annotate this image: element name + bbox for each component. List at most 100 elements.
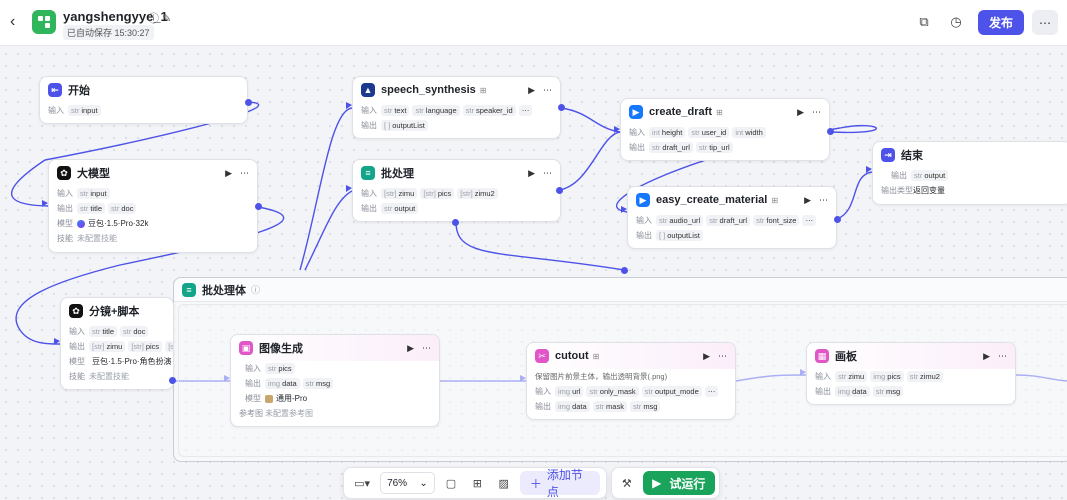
comment-icon[interactable]: ▢ bbox=[441, 472, 461, 494]
row-label: 技能 bbox=[69, 372, 85, 381]
param-tag: str mask bbox=[592, 401, 627, 412]
row-label: 输出类型 bbox=[881, 186, 913, 195]
more-params[interactable]: ⋯ bbox=[518, 105, 533, 116]
more-params[interactable]: ⋯ bbox=[802, 215, 816, 226]
param-tag: str draft_url bbox=[706, 215, 751, 226]
edit-icon[interactable]: ✎ bbox=[162, 13, 171, 25]
play-icon[interactable]: ▶ bbox=[983, 351, 990, 362]
more-icon[interactable]: ⋯ bbox=[1032, 10, 1058, 35]
batch-body-header: ≡ 批处理体 ⓘ bbox=[174, 278, 1067, 302]
minimap-icon[interactable]: ▭▾ bbox=[350, 472, 374, 494]
node-end[interactable]: ⇥ 结束 输出 str output 输出类型 返回变量 bbox=[872, 141, 1067, 205]
play-icon[interactable]: ▶ bbox=[797, 107, 804, 118]
info-icon[interactable]: ⓘ bbox=[148, 13, 159, 25]
node-create-draft[interactable]: ▶ create_draft ⊞ ▶ ⋯ 输入 int height str user… bbox=[620, 98, 830, 161]
edge bbox=[299, 107, 353, 271]
draft-icon: ▶ bbox=[629, 105, 643, 119]
node-llm[interactable]: ✿ 大模型 ▶ ⋯ 输入 str input 输出 str title str doc … bbox=[48, 159, 258, 253]
node-storyboard-script[interactable]: ✿ 分镜+脚本 输入 str title str doc 输出 [str] zimu … bbox=[60, 297, 174, 390]
output-port[interactable] bbox=[245, 99, 252, 106]
row-label: 输入 bbox=[361, 189, 377, 198]
node-actions: ▶ ⋯ bbox=[528, 85, 552, 96]
node-easy-create-material[interactable]: ▶ easy_create_material ⊞ ▶ ⋯ 输入 str audio_… bbox=[627, 186, 837, 249]
node-batch[interactable]: ≡ 批处理 ▶ ⋯ 输入 [str] zimu [str] pics [str] zim… bbox=[352, 159, 561, 222]
output-row: 输出 [str]zimu [str]pics [str]zim bbox=[61, 339, 173, 354]
node-start[interactable]: ⇤ 开始 输入 str input bbox=[39, 76, 248, 124]
model-row: 模型 通用-Pro bbox=[231, 391, 439, 406]
input-row: 输入 str input bbox=[49, 186, 257, 201]
image-icon[interactable]: ▨ bbox=[493, 472, 513, 494]
node-header: ▶ easy_create_material ⊞ ▶ ⋯ bbox=[628, 187, 836, 213]
auto-layout-icon[interactable]: ⊞ bbox=[467, 472, 487, 494]
info-icon[interactable]: ⓘ bbox=[251, 283, 260, 296]
copy-icon[interactable]: ⧉ bbox=[916, 14, 932, 30]
node-actions: ▶ ⋯ bbox=[797, 107, 821, 118]
more-params[interactable]: ⋯ bbox=[704, 386, 719, 397]
chevron-down-icon: ⌄ bbox=[419, 477, 428, 489]
input-row: 输入 int height str user_id int width bbox=[621, 125, 829, 140]
node-image-generation[interactable]: ▣ 图像生成 ▶ ⋯ 输入 str pics 输出 img data str msg 模… bbox=[230, 334, 440, 427]
param-tag: str zimu2 bbox=[906, 371, 943, 382]
row-label: 输出 bbox=[636, 231, 652, 240]
output-port[interactable] bbox=[834, 216, 841, 223]
input-port[interactable] bbox=[621, 267, 628, 274]
play-icon[interactable]: ▶ bbox=[528, 85, 535, 96]
workflow-logo-icon bbox=[38, 16, 50, 28]
node-canvas-board[interactable]: ▦ 画板 ▶ ⋯ 输入 str zimu img pics str zimu2 输出 i… bbox=[806, 342, 1016, 405]
app-logo bbox=[32, 10, 56, 34]
more-icon[interactable]: ⋯ bbox=[543, 85, 552, 96]
row-label: 输出 bbox=[629, 143, 645, 152]
more-icon[interactable]: ⋯ bbox=[240, 168, 249, 179]
more-icon[interactable]: ⋯ bbox=[812, 107, 821, 118]
node-actions: ▶ ⋯ bbox=[225, 168, 249, 179]
node-actions: ▶ ⋯ bbox=[528, 168, 552, 179]
param-tag: [str] pics bbox=[420, 188, 455, 199]
back-arrow-icon[interactable]: ‹ bbox=[10, 14, 26, 30]
play-icon[interactable]: ▶ bbox=[528, 168, 535, 179]
row-label: 模型 bbox=[57, 219, 73, 228]
add-node-button[interactable]: ＋ 添加节点 bbox=[519, 468, 601, 499]
node-title: 画板 bbox=[835, 351, 857, 363]
play-icon[interactable]: ▶ bbox=[804, 195, 811, 206]
param-tag: [str] zimu bbox=[89, 341, 126, 352]
more-icon[interactable]: ⋯ bbox=[422, 343, 431, 354]
debug-icon[interactable]: ⚒ bbox=[616, 472, 638, 494]
param-tag: img pics bbox=[870, 371, 904, 382]
row-label: 输出 bbox=[815, 387, 831, 396]
play-icon[interactable]: ▶ bbox=[703, 351, 710, 362]
output-port[interactable] bbox=[827, 128, 834, 135]
output-port[interactable] bbox=[558, 104, 565, 111]
batch-body-port[interactable] bbox=[452, 219, 459, 226]
node-title: 图像生成 bbox=[259, 343, 303, 355]
test-run-button[interactable]: ▶ 试运行 bbox=[642, 471, 715, 495]
param-tag: str msg bbox=[629, 401, 661, 412]
node-title: 大模型 bbox=[77, 168, 110, 180]
play-icon[interactable]: ▶ bbox=[225, 168, 232, 179]
param-tag: [str] zimu2 bbox=[457, 188, 498, 199]
output-port[interactable] bbox=[169, 377, 176, 384]
param-tag: str language bbox=[412, 105, 460, 116]
node-cutout[interactable]: ✂ cutout ⊞ ▶ ⋯ 保留图片前景主体，输出透明背景(.png) 输入 i… bbox=[526, 342, 736, 420]
more-icon[interactable]: ⋯ bbox=[819, 195, 828, 206]
more-icon[interactable]: ⋯ bbox=[718, 351, 727, 362]
publish-button[interactable]: 发布 bbox=[978, 10, 1024, 35]
zoom-select[interactable]: 76% ⌄ bbox=[380, 472, 435, 494]
row-label: 输出 bbox=[361, 204, 377, 213]
edge bbox=[558, 131, 621, 191]
more-icon[interactable]: ⋯ bbox=[998, 351, 1007, 362]
node-speech-synthesis[interactable]: ▲ speech_synthesis ⊞ ▶ ⋯ 输入 str text str la… bbox=[352, 76, 561, 139]
skill-row: 技能 未配置技能 bbox=[61, 369, 173, 384]
start-icon: ⇤ bbox=[48, 83, 62, 97]
output-port[interactable] bbox=[556, 187, 563, 194]
play-icon[interactable]: ▶ bbox=[407, 343, 414, 354]
output-port[interactable] bbox=[255, 203, 262, 210]
row-label: 输出 bbox=[245, 379, 261, 388]
model-name: 通用-Pro bbox=[276, 394, 308, 403]
node-title: 开始 bbox=[68, 85, 90, 97]
param-tag: img url bbox=[555, 386, 584, 397]
row-label: 输入 bbox=[57, 189, 73, 198]
history-icon[interactable]: ◷ bbox=[948, 14, 964, 30]
more-icon[interactable]: ⋯ bbox=[543, 168, 552, 179]
edge bbox=[304, 190, 353, 271]
edge bbox=[836, 171, 873, 220]
